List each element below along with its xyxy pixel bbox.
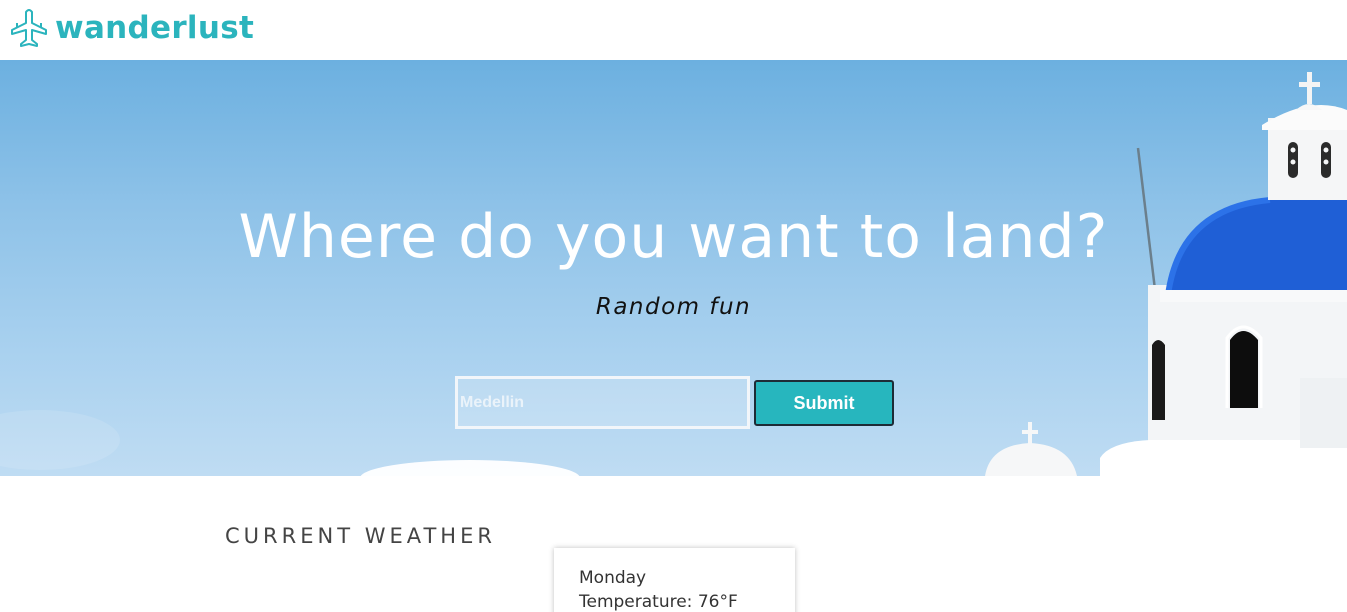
current-weather-heading: CURRENT WEATHER [225,524,496,548]
weather-temperature: Temperature: 76°F [579,592,738,612]
destination-input[interactable] [455,376,750,429]
hero-banner: Where do you want to land? Random fun Su… [0,60,1347,476]
airplane-icon [9,8,49,48]
hero-title: Where do you want to land? [238,202,1109,272]
weather-day: Monday [579,568,647,588]
top-navbar: wanderlust [0,0,1347,60]
weather-card: Monday Temperature: 76°F [554,548,795,612]
brand-name: wanderlust [55,10,255,46]
submit-button[interactable]: Submit [754,380,894,426]
brand-logo[interactable]: wanderlust [9,8,254,48]
hero-subtitle: Random fun [595,294,752,320]
